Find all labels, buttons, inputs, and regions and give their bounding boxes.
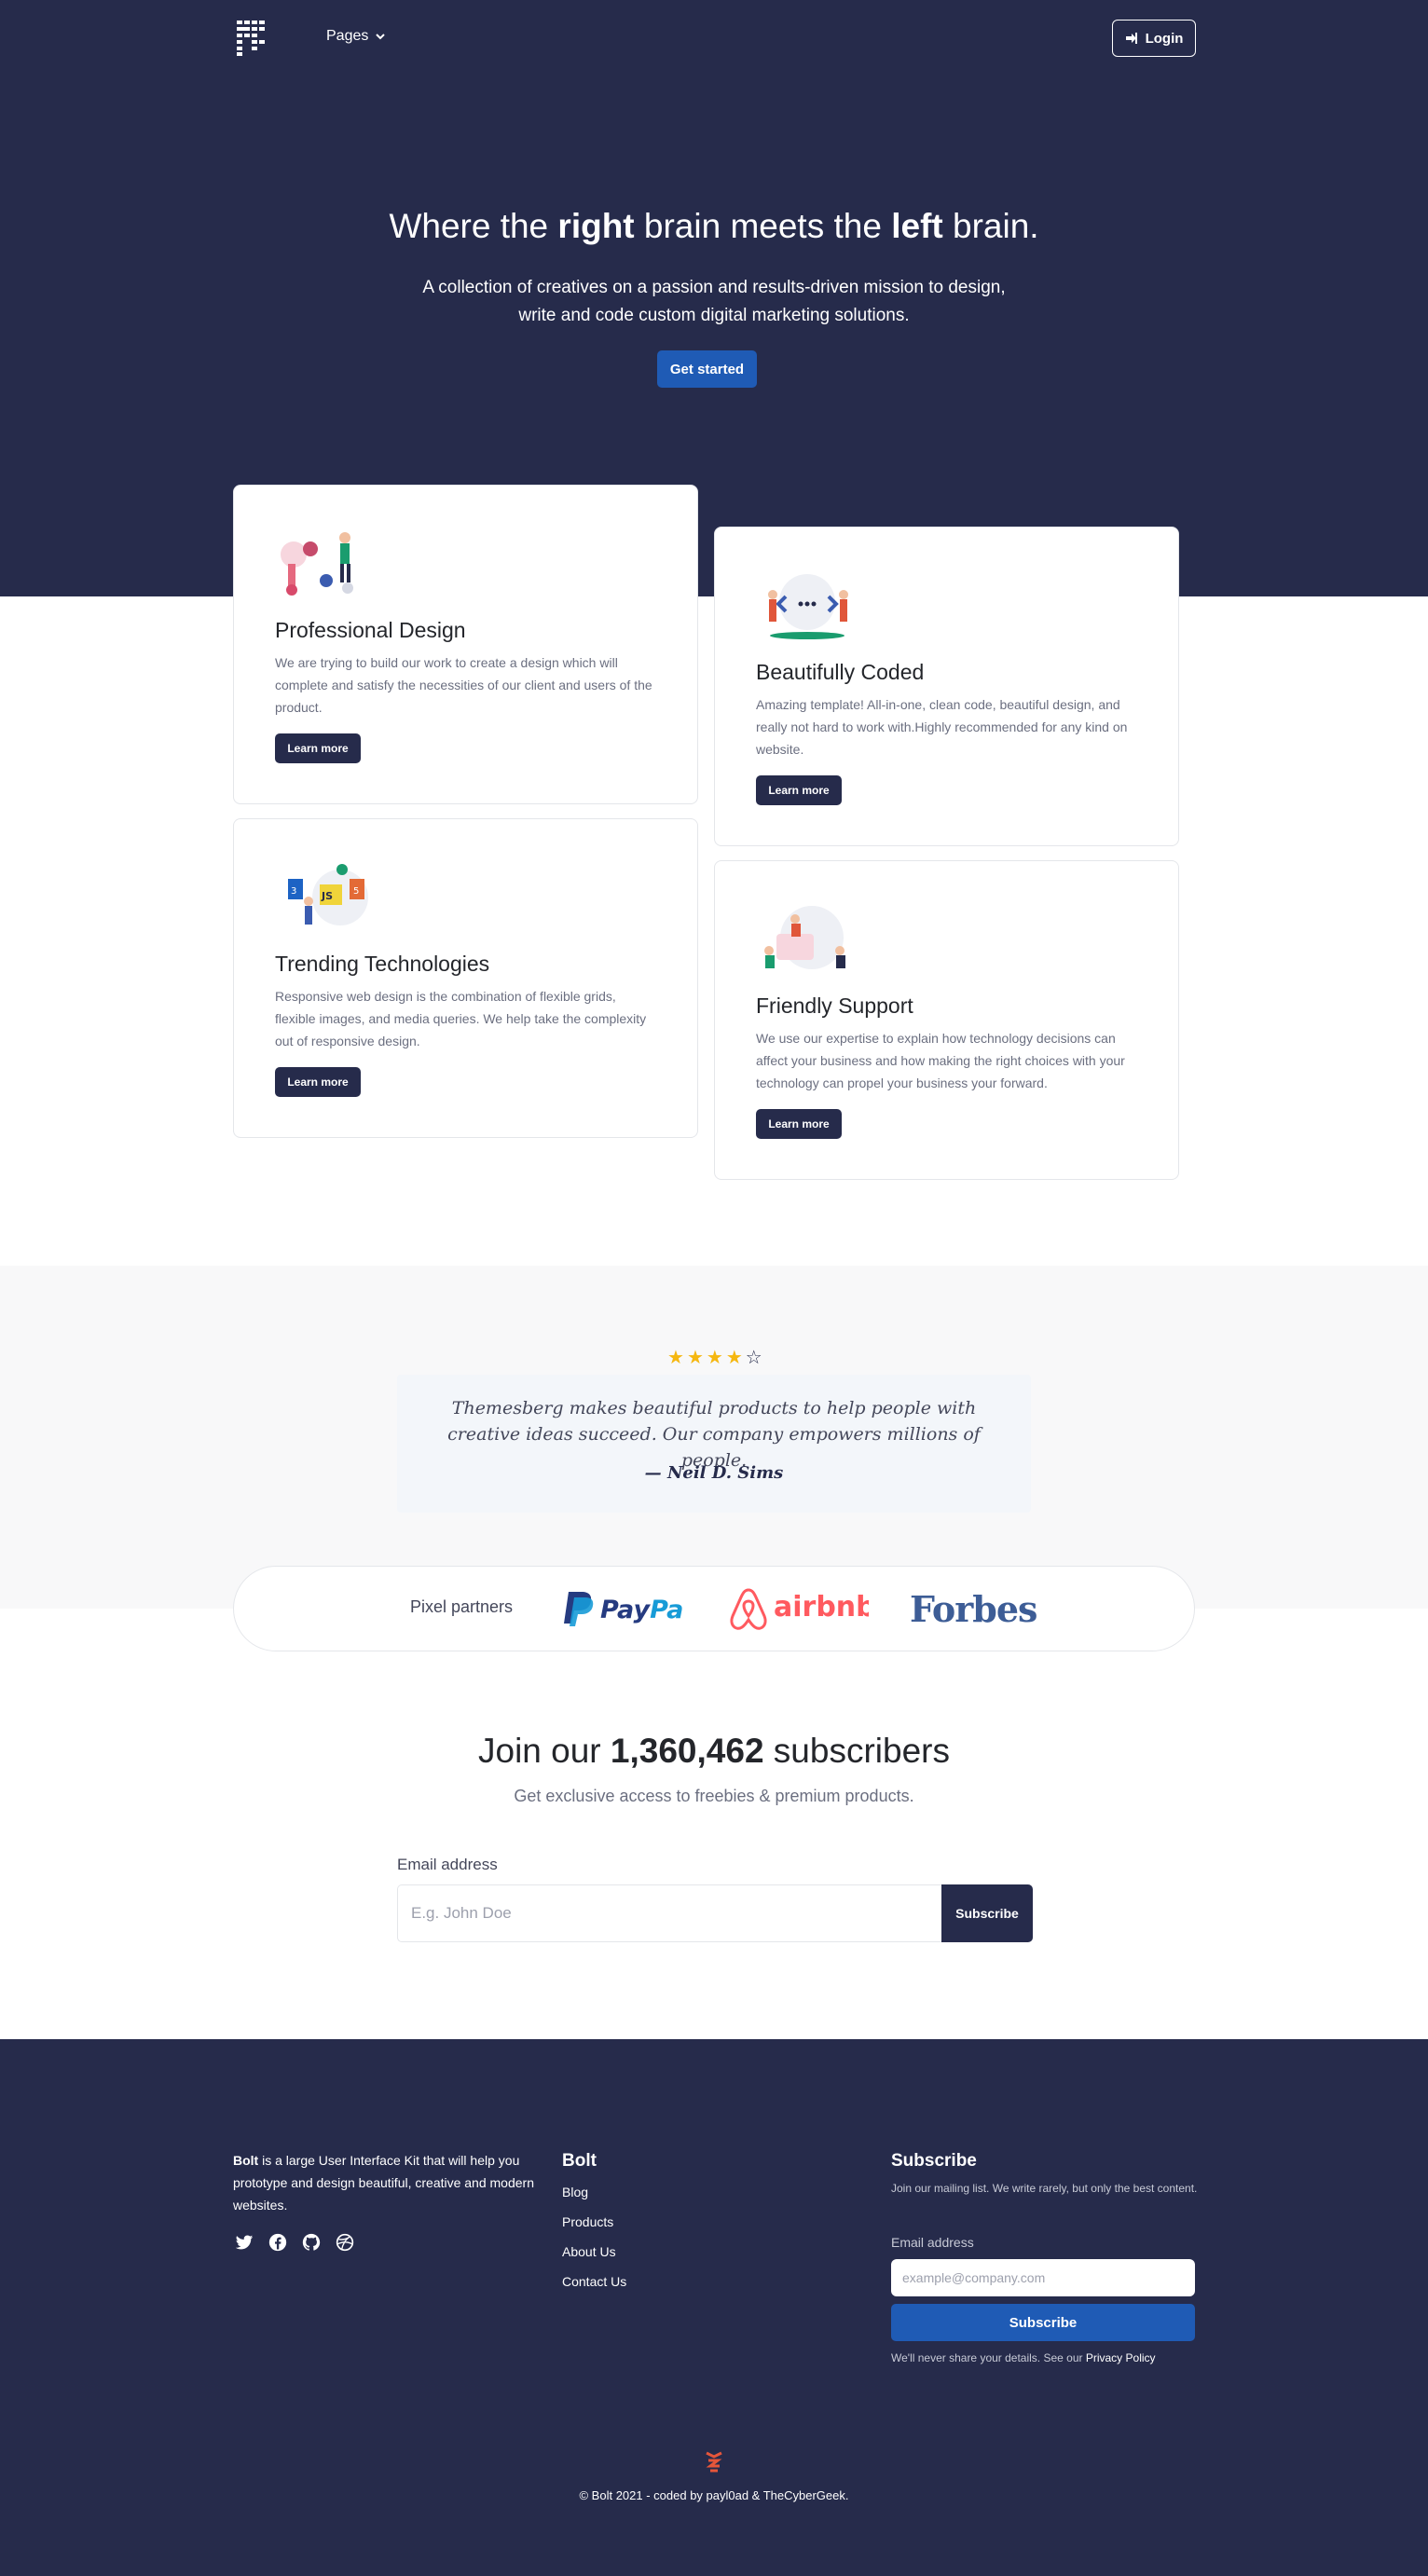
- svg-text:JS: JS: [321, 890, 333, 902]
- twitter-icon[interactable]: [235, 2233, 254, 2252]
- learn-more-button[interactable]: Learn more: [275, 733, 361, 763]
- feature-card-friendly-support: Friendly Support We use our expertise to…: [714, 860, 1179, 1180]
- footer-logo-icon: [706, 2451, 722, 2473]
- footer-brand: Bolt: [233, 2153, 259, 2168]
- testimonial-quote: Themesberg makes beautiful products to h…: [447, 1398, 981, 1471]
- feature-card-beautifully-coded: Beautifully Coded Amazing template! All-…: [714, 527, 1179, 846]
- dribbble-icon[interactable]: [336, 2233, 354, 2252]
- subscribe-subtitle: Get exclusive access to freebies & premi…: [514, 1787, 914, 1805]
- footer-link-blog[interactable]: Blog: [562, 2185, 626, 2199]
- designers-illustration-icon: [281, 532, 353, 596]
- nav-pages-dropdown[interactable]: Pages: [326, 28, 386, 45]
- email-label: Email address: [397, 1856, 498, 1873]
- card-description: We use our expertise to explain how tech…: [756, 1031, 1125, 1090]
- support-illustration-icon: [764, 906, 845, 969]
- svg-text:5: 5: [353, 886, 359, 897]
- get-started-button[interactable]: Get started: [657, 350, 757, 388]
- sign-in-icon: [1125, 33, 1137, 44]
- nav-pages-label: Pages: [326, 28, 369, 44]
- airbnb-logo: airbnb: [730, 1588, 869, 1630]
- card-description: Responsive web design is the combination…: [275, 989, 647, 1048]
- code-illustration-icon: [768, 574, 848, 639]
- privacy-policy-link[interactable]: Privacy Policy: [1086, 2351, 1156, 2364]
- forbes-logo: Forbes: [910, 1588, 1037, 1630]
- footer-email-label: Email address: [891, 2235, 974, 2250]
- rating-stars: ★ ★ ★ ★ ☆: [667, 1346, 763, 1369]
- learn-more-button[interactable]: Learn more: [756, 775, 842, 805]
- svg-text:3: 3: [291, 886, 296, 897]
- svg-text:PayPal: PayPal: [600, 1596, 684, 1624]
- email-input[interactable]: E.g. John Doe: [397, 1884, 941, 1942]
- partners-bar: [233, 1566, 1195, 1651]
- learn-more-button[interactable]: Learn more: [756, 1109, 842, 1139]
- feature-card-trending-technologies: 3 JS 5 Trending Technologies Responsive …: [233, 818, 698, 1138]
- login-label: Login: [1145, 30, 1184, 47]
- footer-social: [235, 2233, 354, 2252]
- footer-privacy-note: We'll never share your details. See our …: [891, 2351, 1156, 2364]
- subscribe-title: Join our 1,360,462 subscribers: [478, 1732, 950, 1770]
- footer-about: Bolt is a large User Interface Kit that …: [233, 2153, 534, 2213]
- chevron-down-icon: [376, 34, 386, 40]
- login-button[interactable]: Login: [1112, 20, 1196, 57]
- footer-link-about-us[interactable]: About Us: [562, 2244, 626, 2259]
- card-description: Amazing template! All-in-one, clean code…: [756, 697, 1128, 757]
- footer-subscribe-text: Join our mailing list. We write rarely, …: [891, 2182, 1198, 2195]
- copyright: © Bolt 2021 - coded by payl0ad & TheCybe…: [579, 2488, 849, 2502]
- card-title: Friendly Support: [756, 993, 913, 1018]
- footer-subscribe-button[interactable]: Subscribe: [891, 2304, 1195, 2341]
- footer-link-products[interactable]: Products: [562, 2214, 626, 2229]
- footer-links: Blog Products About Us Contact Us: [562, 2185, 626, 2289]
- footer-link-contact-us[interactable]: Contact Us: [562, 2274, 626, 2289]
- partners-label: Pixel partners: [410, 1597, 514, 1616]
- footer-subscribe-title: Subscribe: [891, 2151, 977, 2171]
- github-icon[interactable]: [302, 2233, 321, 2252]
- paypal-logo: PayPal: [564, 1592, 684, 1626]
- testimonial-author: — Neil D. Sims: [644, 1463, 784, 1483]
- hero-title: Where the right brain meets the left bra…: [389, 207, 1039, 245]
- facebook-icon[interactable]: [268, 2233, 287, 2252]
- subscribe-button[interactable]: Subscribe: [941, 1884, 1033, 1942]
- star-filled-icon: ★: [667, 1348, 685, 1368]
- tech-stack-illustration-icon: 3 JS 5: [288, 864, 368, 925]
- svg-text:airbnb: airbnb: [774, 1591, 869, 1624]
- learn-more-button[interactable]: Learn more: [275, 1067, 361, 1097]
- star-filled-icon: ★: [686, 1348, 705, 1368]
- card-title: Professional Design: [275, 618, 466, 642]
- feature-card-professional-design: Professional Design We are trying to bui…: [233, 485, 698, 804]
- star-empty-icon: ☆: [745, 1348, 763, 1368]
- hero-subtitle: A collection of creatives on a passion a…: [422, 278, 1006, 325]
- card-description: We are trying to build our work to creat…: [275, 655, 652, 715]
- footer-email-input[interactable]: example@company.com: [891, 2259, 1195, 2296]
- card-title: Beautifully Coded: [756, 660, 925, 684]
- bolt-logo[interactable]: [235, 21, 267, 56]
- footer-links-title: Bolt: [562, 2151, 597, 2171]
- star-filled-icon: ★: [725, 1348, 744, 1368]
- star-filled-icon: ★: [706, 1348, 724, 1368]
- card-title: Trending Technologies: [275, 952, 490, 976]
